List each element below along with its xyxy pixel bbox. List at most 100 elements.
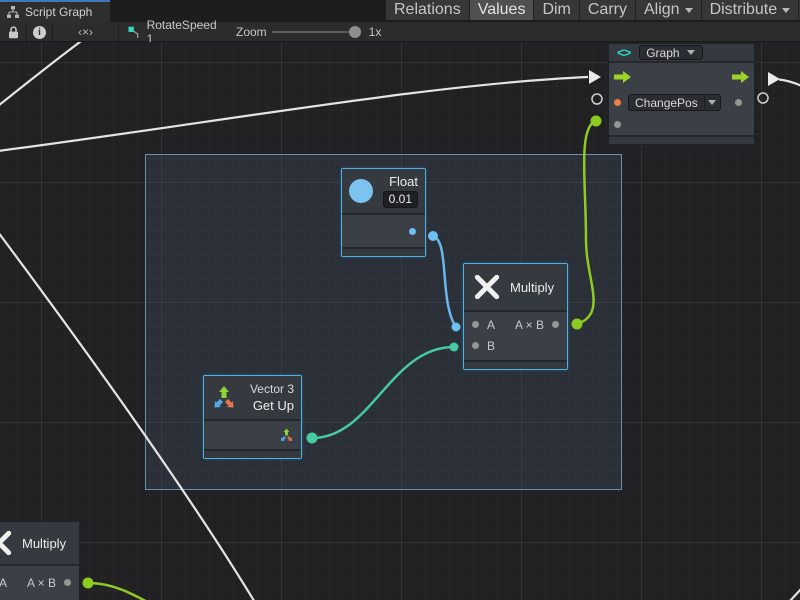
- node-vector3-getup[interactable]: Vector 3 Get Up: [203, 375, 302, 459]
- distribute-dropdown[interactable]: Distribute: [702, 0, 800, 20]
- edge-white-from-graph-output: [779, 80, 800, 87]
- vector3-node-header: Vector 3 Get Up: [204, 376, 301, 421]
- node-title: Get Up: [253, 398, 294, 413]
- vector3-node-body: [204, 421, 301, 449]
- flow-output-arrow-icon[interactable]: [732, 71, 749, 83]
- info-button[interactable]: i: [27, 22, 52, 42]
- toolbar-separator: [118, 23, 119, 41]
- graph-flow-row: [609, 63, 754, 91]
- node-footer: [609, 135, 754, 144]
- node-graph-changepos[interactable]: <> Graph ChangePos: [608, 43, 755, 145]
- graph-changepos-row: ChangePos: [609, 91, 754, 114]
- node-title: Float: [389, 174, 418, 189]
- zoom-label: Zoom: [236, 22, 272, 42]
- unconnected-port-circle: [592, 94, 602, 104]
- zoom-slider-handle[interactable]: [349, 26, 361, 38]
- edge-arrowhead-icon: [768, 72, 780, 86]
- node-footer: [204, 449, 301, 458]
- port-a[interactable]: [472, 321, 479, 328]
- edge-endpoint-dot: [572, 319, 583, 330]
- float-node-header: Float 0.01: [342, 169, 425, 215]
- graph-hierarchy-icon: [7, 6, 19, 18]
- graph-reference-breadcrumb[interactable]: RotateSpeed 1: [124, 22, 224, 42]
- flow-input-arrow-icon[interactable]: [614, 71, 631, 83]
- multiply2-node-body: A A × B: [0, 566, 79, 600]
- float-node-body: [342, 215, 425, 247]
- edge-white-offscreen-top: [0, 42, 88, 106]
- node-title: Multiply: [22, 536, 66, 551]
- edge-endpoint-dot: [591, 116, 602, 127]
- changepos-input-port[interactable]: [614, 99, 621, 106]
- multiply2-node-header: Multiply: [0, 522, 79, 566]
- caret-down-icon: [708, 100, 716, 105]
- node-footer: [342, 247, 425, 256]
- port-out-label: A × B: [515, 318, 544, 332]
- edge-white-to-graph-input: [0, 77, 588, 151]
- graph-node-header: <> Graph: [609, 44, 754, 63]
- port-out[interactable]: [552, 321, 559, 328]
- graph-toolbar: i ‹×› RotateSpeed 1 Zoom: [0, 22, 800, 42]
- multiply-node-body: A A × B B: [464, 312, 567, 360]
- multiply-node-header: Multiply: [464, 264, 567, 312]
- edge-multiply2-output: [88, 583, 151, 600]
- edge-endpoint-dot: [307, 433, 318, 444]
- values-button[interactable]: Values: [470, 0, 535, 20]
- graph-extra-port-row: [609, 114, 754, 135]
- edge-white-bottom-corner: [789, 588, 800, 600]
- caret-down-icon: [685, 8, 693, 13]
- edge-float-to-multiply-a: [433, 236, 456, 327]
- node-title: Multiply: [510, 280, 554, 295]
- edge-endpoint-dot: [428, 231, 438, 241]
- edge-endpoint-dot: [83, 578, 94, 589]
- float-literal-icon: [349, 179, 373, 203]
- port-out-label: A × B: [27, 576, 56, 590]
- graph-dropdown-label: Graph: [640, 46, 685, 60]
- node-type-label: Vector 3: [250, 382, 294, 396]
- zoom-value: 1x: [365, 22, 385, 42]
- edge-arrowhead-icon: [589, 70, 601, 84]
- node-multiply[interactable]: Multiply A A × B B: [463, 263, 568, 370]
- node-footer: [464, 360, 567, 369]
- graph-dropdown[interactable]: Graph: [639, 45, 702, 60]
- align-dropdown[interactable]: Align: [636, 0, 702, 20]
- multiply-x-icon: [473, 273, 501, 301]
- port-b[interactable]: [472, 342, 479, 349]
- port-a-label: A: [0, 576, 7, 590]
- node-multiply-bottom[interactable]: Multiply A A × B: [0, 521, 80, 600]
- float-output-port[interactable]: [409, 228, 416, 235]
- edge-getup-to-multiply-b: [312, 347, 454, 438]
- extra-input-port[interactable]: [614, 121, 621, 128]
- edge-endpoint-dot: [452, 323, 461, 332]
- zoom-slider-track[interactable]: [272, 31, 360, 33]
- code-toggle-button[interactable]: ‹×›: [53, 22, 118, 42]
- changepos-output-port[interactable]: [735, 99, 742, 106]
- dim-button[interactable]: Dim: [534, 0, 579, 20]
- tab-label: Script Graph: [25, 5, 92, 19]
- caret-down-icon: [687, 50, 695, 55]
- vector3-output-port-icon[interactable]: [279, 428, 294, 443]
- port-out[interactable]: [64, 579, 71, 586]
- script-graph-window: Script Graph ⋮ ✕ i ‹×›: [0, 0, 800, 600]
- relations-button[interactable]: Relations: [386, 0, 470, 20]
- tab-script-graph[interactable]: Script Graph: [0, 0, 110, 22]
- angle-brackets-icon: ‹×›: [78, 25, 93, 39]
- graph-node-icon: [128, 26, 141, 39]
- edge-multiply-to-changepos: [577, 121, 595, 324]
- info-icon: i: [33, 26, 46, 39]
- float-value-field[interactable]: 0.01: [383, 191, 418, 208]
- multiply-x-icon: [0, 529, 13, 557]
- changepos-dropdown-label: ChangePos: [629, 96, 704, 110]
- changepos-dropdown[interactable]: ChangePos: [628, 94, 721, 111]
- port-a-label: A: [487, 318, 495, 332]
- edge-endpoint-dot: [450, 343, 459, 352]
- caret-down-icon: [782, 8, 790, 13]
- graph-canvas[interactable]: Float 0.01 Multiply A: [0, 42, 800, 600]
- vector3-axes-icon: [211, 385, 237, 411]
- port-b-label: B: [487, 339, 495, 353]
- node-float[interactable]: Float 0.01: [341, 168, 426, 257]
- lock-icon: [8, 26, 19, 39]
- lock-button[interactable]: [0, 22, 26, 42]
- carry-button[interactable]: Carry: [580, 0, 636, 20]
- toolbar-button-strip: Relations Values Dim Carry Align Distrib…: [386, 0, 800, 20]
- visual-scripting-icon: <>: [617, 45, 630, 60]
